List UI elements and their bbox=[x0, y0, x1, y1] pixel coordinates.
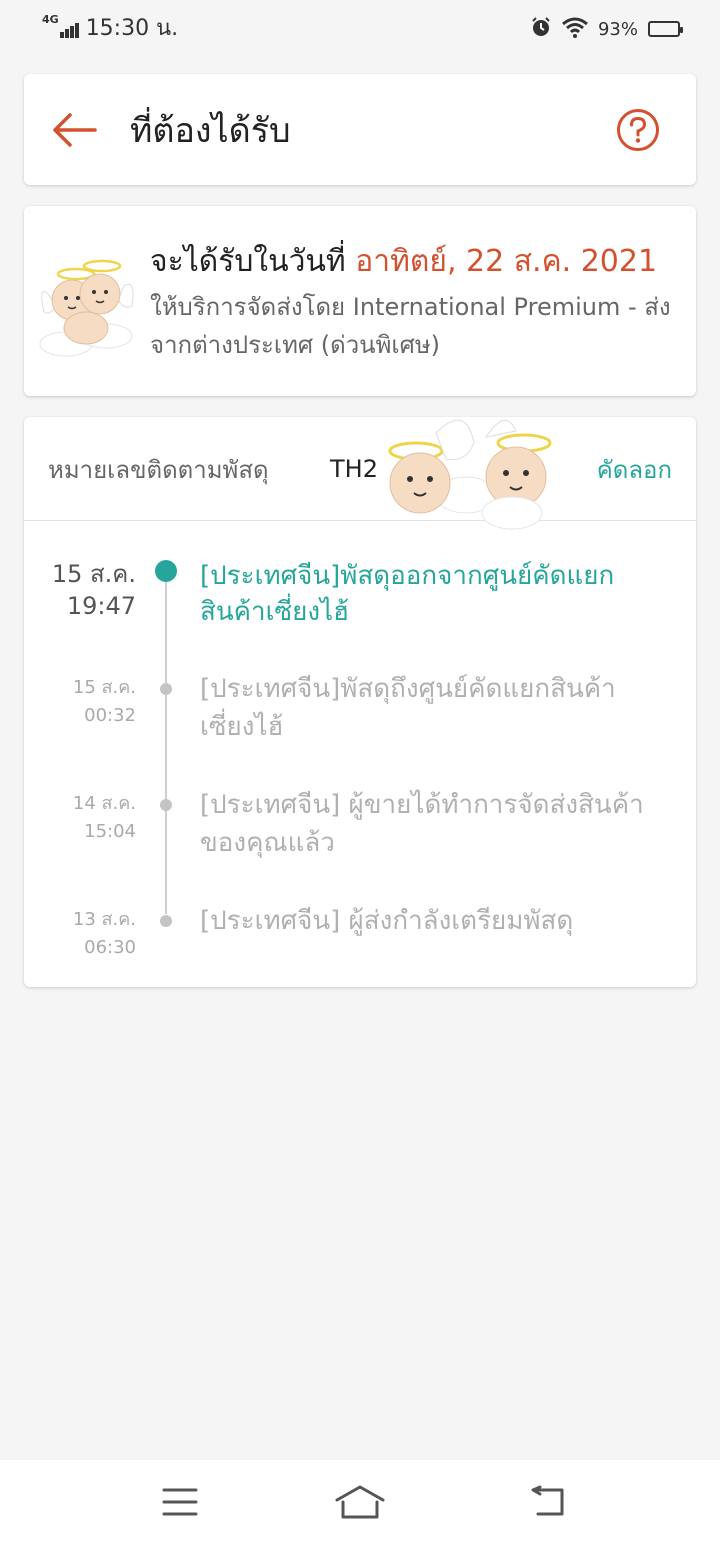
header-bar: ที่ต้องได้รับ bbox=[24, 74, 696, 185]
back-icon bbox=[531, 1485, 564, 1516]
tracking-card: หมายเลขติดตามพัสดุ TH2 คัดลอก 15 ส.ค. 19… bbox=[24, 417, 696, 987]
timeline-dot-icon bbox=[155, 560, 177, 582]
system-nav-bar bbox=[0, 1460, 720, 1544]
home-icon bbox=[335, 1485, 385, 1519]
timeline-dot-icon bbox=[160, 915, 172, 927]
timeline-date: 15 ส.ค. bbox=[72, 677, 136, 698]
timeline-dot-icon bbox=[160, 799, 172, 811]
tracking-number-label: หมายเลขติดตามพัสดุ bbox=[48, 456, 269, 484]
timeline-date: 13 ส.ค. bbox=[72, 909, 136, 930]
battery-icon bbox=[648, 21, 683, 37]
wifi-icon bbox=[562, 16, 588, 42]
clock: 15:30 น. bbox=[85, 16, 179, 41]
timeline-time: 19:47 bbox=[66, 592, 136, 620]
timeline-date: 14 ส.ค. bbox=[72, 793, 136, 814]
timeline-dot-icon bbox=[160, 683, 172, 695]
delivery-estimate-card: จะได้รับในวันที่ อาทิตย์, 22 ส.ค. 2021 ใ… bbox=[24, 206, 696, 396]
alarm-icon bbox=[530, 16, 552, 42]
timeline-date: 15 ส.ค. bbox=[51, 560, 136, 588]
copy-button[interactable]: คัดลอก bbox=[597, 453, 672, 487]
angel-sticker-icon bbox=[36, 254, 136, 360]
question-circle-icon bbox=[617, 109, 659, 151]
arrow-left-icon bbox=[53, 113, 97, 147]
timeline-description: [ประเทศจีน]พัสดุถึงศูนย์คัดแยกสินค้าเซี่… bbox=[200, 674, 616, 742]
delivery-prefix: จะได้รับในวันที่ bbox=[150, 244, 356, 279]
delivery-date-line: จะได้รับในวันที่ อาทิตย์, 22 ส.ค. 2021 bbox=[150, 240, 680, 284]
timeline-time: 15:04 bbox=[84, 821, 136, 842]
network-type: 4G bbox=[42, 13, 59, 26]
angel-sticker-icon bbox=[366, 403, 572, 533]
timeline-time: 06:30 bbox=[84, 937, 136, 958]
timeline-time: 00:32 bbox=[84, 705, 136, 726]
home-button[interactable] bbox=[330, 1480, 390, 1524]
status-bar: 4G 15:30 น. 93% bbox=[0, 0, 720, 60]
menu-icon bbox=[162, 1488, 198, 1516]
back-nav-button[interactable] bbox=[518, 1480, 578, 1524]
signal-icon bbox=[59, 16, 80, 38]
timeline-description: [ประเทศจีน] ผู้ขายได้ทำการจัดส่งสินค้าขอ… bbox=[200, 790, 644, 858]
help-button[interactable] bbox=[616, 108, 660, 152]
menu-button[interactable] bbox=[150, 1480, 210, 1524]
timeline-line bbox=[165, 566, 167, 914]
battery-percent: 93% bbox=[597, 18, 638, 40]
shipping-service: ให้บริการจัดส่งโดย International Premium… bbox=[150, 293, 671, 359]
delivery-date: อาทิตย์, 22 ส.ค. 2021 bbox=[355, 244, 658, 279]
page-title: ที่ต้องได้รับ bbox=[130, 111, 291, 151]
back-button[interactable] bbox=[50, 106, 98, 154]
timeline-description: [ประเทศจีน]พัสดุออกจากศูนย์คัดแยกสินค้าเ… bbox=[200, 561, 615, 627]
timeline-description: [ประเทศจีน] ผู้ส่งกำลังเตรียมพัสดุ bbox=[200, 906, 574, 936]
tracking-number-row: หมายเลขติดตามพัสดุ TH2 คัดลอก bbox=[24, 417, 696, 530]
